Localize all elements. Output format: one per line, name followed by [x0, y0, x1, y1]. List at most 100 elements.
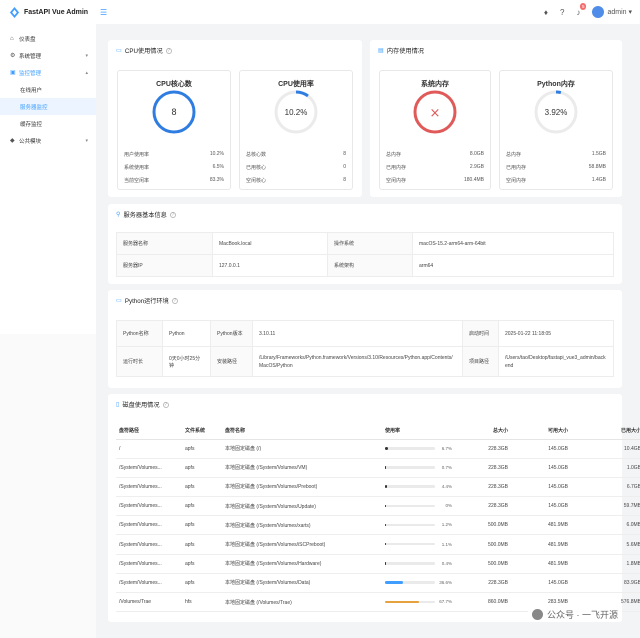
usage-percent: 36.6%	[439, 579, 452, 585]
sidebar-item-dashboard[interactable]: ⌂ 仪表盘	[0, 30, 96, 47]
sidebar-item-monitor[interactable]: ▣ 监控管理 ▴	[0, 64, 96, 81]
stat-row: 系统使用率 6.5%	[124, 164, 224, 171]
table-cell: /System/Volumes...	[116, 515, 182, 536]
usage-bar	[385, 562, 435, 565]
usage-bar-fill	[385, 562, 386, 565]
python-env-card: ▭ Python运行环境? Python名称 Python Python版本 3.…	[108, 290, 622, 388]
table-cell: 228.3GB	[455, 496, 511, 517]
table-row: 服务器名称 MacBook.local 操作系统 macOS-15.2-arm6…	[116, 232, 614, 255]
table-cell: hfs	[182, 592, 222, 613]
stat-row: 总内存 8.0GB	[386, 151, 484, 158]
table-cell: apfs	[182, 496, 222, 517]
usage-cell: 0%	[382, 496, 455, 517]
table-cell: 本地固定磁盘 (/System/Volumes/Update)	[222, 496, 382, 517]
stat-title: CPU使用率	[278, 81, 314, 88]
table-row: /System/Volumes... apfs 本地固定磁盘 (/System/Vo…	[116, 458, 640, 478]
stat-title: CPU核心数	[156, 81, 192, 88]
usage-bar	[385, 600, 435, 604]
table-row: /System/Volumes... apfs 本地固定磁盘 (/System/Vo…	[116, 554, 640, 574]
user-menu[interactable]: admin ▾	[592, 6, 632, 18]
table-cell: 本地固定磁盘 (/)	[222, 439, 382, 459]
chevron-down-icon: ▾	[85, 137, 88, 144]
table-cell: /System/Volumes...	[116, 534, 182, 555]
help-icon[interactable]: ?	[171, 297, 178, 304]
table-cell: 481.9MB	[511, 554, 571, 574]
avatar	[592, 6, 605, 18]
help-icon[interactable]: ?	[165, 47, 172, 54]
usage-percent: 1.1%	[441, 541, 452, 547]
table-cell: /System/Volumes...	[116, 573, 182, 594]
table-cell: apfs	[182, 458, 222, 478]
usage-percent: 4.4%	[441, 483, 452, 489]
card-title: 内存使用情况	[386, 48, 424, 55]
cpu-usage-stat: CPU使用率 10.2% 总核心数 8 已用核心 0 空闲核心 8	[239, 70, 353, 190]
stat-title: 系统内存	[421, 81, 449, 88]
column-header: 可用大小	[511, 422, 571, 440]
usage-bar-fill	[385, 504, 386, 508]
table-row: 运行时长 0天0小时25分钟 安装路径 /Library/Frameworks/…	[116, 346, 614, 377]
chevron-down-icon: ▾	[85, 52, 88, 59]
usage-bar-fill	[385, 600, 419, 604]
usage-bar	[385, 485, 435, 488]
disk-table: 盘符路径 文件系统 盘符名称 使用率 总大小 可用大小 已用大小 / apfs 本地…	[116, 422, 640, 613]
table-cell: 481.9MB	[511, 515, 571, 536]
sidebar-item-online-users[interactable]: 在线用户	[0, 81, 96, 98]
column-header: 使用率	[382, 422, 455, 440]
help-icon[interactable]: ?	[169, 211, 176, 218]
usage-bar	[385, 581, 435, 584]
sidebar-item-cache-monitor[interactable]: 缓存监控	[0, 115, 96, 132]
column-header: 盘符名称	[222, 422, 382, 440]
tip-icon[interactable]: ♦	[544, 8, 548, 17]
disk-card: ▯ 磁盘使用情况? 盘符路径 文件系统 盘符名称 使用率 总大小 可用大小 已用大…	[108, 394, 640, 622]
usage-cell: 36.6%	[382, 573, 455, 594]
table-cell: 500.0MB	[455, 554, 511, 574]
python-env-table: Python名称 Python Python版本 3.10.11 启动时间 20…	[116, 320, 614, 377]
table-cell: /Volumes/Trae	[116, 592, 182, 613]
usage-bar	[385, 447, 435, 450]
table-cell: 59.7MB	[571, 496, 640, 517]
table-cell: 145.0GB	[511, 439, 571, 459]
usage-bar	[385, 523, 435, 527]
collapse-menu-icon[interactable]: ☰	[100, 8, 107, 17]
system-memory-ring: ×	[413, 90, 457, 134]
sidebar-item-server-monitor[interactable]: 服务器监控	[0, 98, 96, 115]
table-cell: 10.4GB	[571, 439, 640, 459]
stat-row: 已用核心 0	[246, 164, 346, 171]
monitor-icon: ▣	[10, 70, 16, 76]
sidebar-item-common[interactable]: ◆ 公共模块 ▾	[0, 132, 96, 149]
stat-row: 空闲内存 1.4GB	[506, 177, 606, 184]
table-cell: apfs	[182, 477, 222, 498]
table-cell: 本地固定磁盘 (/Volumes/Trae)	[222, 592, 382, 613]
card-title: 磁盘使用情况	[122, 402, 160, 409]
wechat-icon	[532, 609, 543, 620]
cpu-usage-ring: 10.2%	[274, 90, 318, 134]
usage-cell: 6.7%	[382, 439, 455, 459]
cores-value: 8	[171, 107, 176, 117]
usage-bar	[385, 466, 435, 469]
bell-icon[interactable]: ♪ 5	[576, 2, 587, 17]
table-cell: 本地固定磁盘 (/System/Volumes/xarts)	[222, 515, 382, 536]
table-cell: 145.0GB	[511, 573, 571, 594]
sidebar-item-system[interactable]: ⚙ 系统管理 ▾	[0, 47, 96, 64]
stat-title: Python内存	[537, 81, 575, 88]
dashboard-icon: ⌂	[10, 35, 14, 42]
table-cell: 860.0MB	[455, 592, 511, 613]
cpu-usage-value: 10.2%	[285, 108, 308, 117]
watermark: 公众号 · 一飞开源	[528, 607, 622, 622]
table-row: /System/Volumes... apfs 本地固定磁盘 (/System/Vo…	[116, 496, 640, 517]
top-bar: FastAPI Vue Admin ☰ ♦ ? ♪ 5 admin ▾	[0, 0, 640, 24]
sidebar: ⌂ 仪表盘 ⚙ 系统管理 ▾ ▣ 监控管理 ▴ 在线用户 服务器监控 缓存监控 ◆ 公共模块…	[0, 24, 96, 334]
table-cell: 145.0GB	[511, 458, 571, 478]
error-icon: ×	[430, 106, 441, 121]
chevron-down-icon: ▾	[628, 8, 632, 16]
column-header: 总大小	[455, 422, 511, 440]
help-icon[interactable]: ?	[162, 401, 169, 408]
table-cell: 228.3GB	[455, 573, 511, 594]
help-icon[interactable]: ?	[560, 8, 564, 17]
python-memory-ring: 3.92%	[534, 90, 578, 134]
table-row: /System/Volumes... apfs 本地固定磁盘 (/System/Vo…	[116, 477, 640, 498]
table-cell: 83.9GB	[571, 573, 640, 594]
usage-bar-fill	[385, 523, 386, 527]
table-cell: 228.3GB	[455, 477, 511, 498]
table-cell: 145.0GB	[511, 477, 571, 498]
